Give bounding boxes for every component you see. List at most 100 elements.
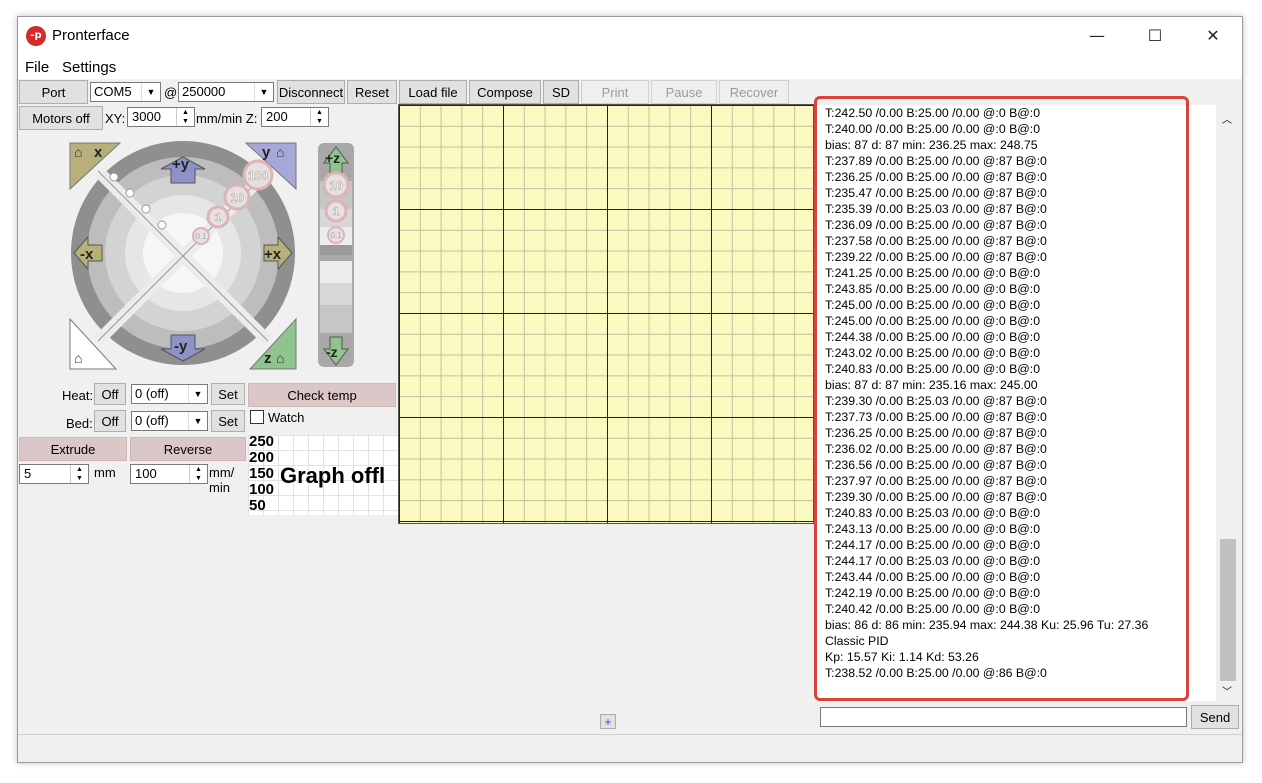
dot-marker (125, 188, 135, 198)
chevron-down-icon: ▼ (141, 83, 160, 101)
spin-arrows-icon: ▲ ▼ (70, 465, 88, 483)
spin-arrows-icon: ▲ ▼ (189, 465, 207, 483)
bed-select[interactable]: 0 (off) ▼ (131, 411, 208, 431)
bed-off-button[interactable]: Off (94, 410, 126, 432)
home-x-label: x (94, 144, 103, 161)
recover-button[interactable]: Recover (719, 80, 789, 104)
print-bed-view[interactable] (398, 104, 814, 524)
load-file-button[interactable]: Load file (399, 80, 467, 104)
xy-label: XY: (105, 111, 126, 126)
spin-arrows-icon: ▲ ▼ (176, 108, 194, 126)
graph-tick: 150 (249, 465, 275, 482)
home-z-label: z (264, 350, 272, 367)
highlight-box (814, 96, 1189, 701)
plus-x-label: +x (264, 246, 282, 263)
reset-button[interactable]: Reset (347, 80, 397, 104)
step-100-label: 100 (248, 169, 268, 183)
plus-y-label: +y (172, 156, 190, 173)
z-step-01-down[interactable] (320, 261, 352, 283)
bed-select-value: 0 (off) (135, 413, 169, 428)
home-icon: ⌂ (74, 144, 82, 160)
dot-marker (141, 204, 151, 214)
home-icon: ⌂ (74, 350, 82, 366)
z-jog-control[interactable]: +z -z 10 1 0.1 (316, 141, 356, 371)
menu-settings[interactable]: Settings (62, 59, 116, 76)
status-bar (18, 734, 1242, 762)
heat-select[interactable]: 0 (off) ▼ (131, 384, 208, 404)
at-label: @ (164, 85, 178, 100)
extrude-speed-value: 100 (135, 466, 157, 481)
heat-select-value: 0 (off) (135, 386, 169, 401)
chevron-down-icon: ▼ (188, 412, 207, 430)
disconnect-button[interactable]: Disconnect (277, 80, 345, 104)
watch-label: Watch (268, 410, 305, 425)
console-scrollbar[interactable]: ︿ ﹀ (1218, 105, 1238, 701)
extrude-length-value: 5 (24, 466, 32, 481)
spin-arrows-icon: ▲ ▼ (310, 108, 328, 126)
bed-label: Bed: (66, 416, 93, 431)
title-bar: -p Pronterface — ☐ ✕ (18, 17, 1242, 55)
send-button[interactable]: Send (1191, 705, 1239, 729)
watch-checkbox[interactable] (250, 410, 264, 424)
extrude-speed-input[interactable]: 100 ▲ ▼ (130, 464, 208, 484)
bed-set-button[interactable]: Set (211, 410, 245, 432)
close-button[interactable]: ✕ (1184, 17, 1242, 55)
compose-button[interactable]: Compose (469, 80, 541, 104)
baud-select[interactable]: 250000 ▼ (178, 82, 274, 102)
dot-marker (109, 172, 119, 182)
step-01-label: 0.1 (195, 232, 207, 241)
chevron-down-icon[interactable]: ﹀ (1222, 683, 1232, 698)
extrude-speed-unit: mm/ min (209, 465, 235, 495)
mm-min-z-label: mm/min Z: (196, 111, 258, 126)
scrollbar-thumb[interactable] (1220, 539, 1236, 681)
check-temp-button[interactable]: Check temp (248, 383, 396, 407)
chevron-down-icon: ▼ (254, 83, 273, 101)
extrude-length-unit: mm (94, 465, 116, 480)
baud-select-value: 250000 (182, 84, 226, 99)
reverse-button[interactable]: Reverse (130, 437, 246, 461)
home-icon: ⌂ (276, 144, 284, 160)
extrude-length-input[interactable]: 5 ▲ ▼ (19, 464, 89, 484)
minus-z-label: -z (326, 344, 338, 360)
z-step-10-down[interactable] (320, 305, 352, 333)
graph-tick: 50 (249, 497, 266, 514)
extrude-button[interactable]: Extrude (19, 437, 127, 461)
z-feedrate-input[interactable]: 200 ▲ ▼ (261, 107, 329, 127)
menu-bar: File Settings (18, 55, 1242, 79)
z-10-label: 10 (329, 179, 343, 193)
sd-button[interactable]: SD (543, 80, 579, 104)
port-button[interactable]: Port (19, 80, 88, 104)
xy-jog-control[interactable]: ⌂ x y ⌂ ⌂ z ⌂ +y -y -x +x 100 10 1 0.1 (68, 141, 298, 371)
graph-offline-message: Graph offl (280, 463, 386, 488)
motors-off-button[interactable]: Motors off (19, 106, 103, 130)
minimize-button[interactable]: — (1068, 17, 1126, 55)
home-y-label: y (262, 144, 271, 161)
step-1-label: 1 (215, 212, 221, 224)
port-select-value: COM5 (94, 84, 132, 99)
heat-off-button[interactable]: Off (94, 383, 126, 405)
z-step-1-down[interactable] (320, 283, 352, 305)
step-10-label: 10 (230, 191, 244, 205)
heat-set-button[interactable]: Set (211, 383, 245, 405)
z-1-label: 1 (333, 206, 339, 218)
xy-feedrate-input[interactable]: 3000 ▲ ▼ (127, 107, 195, 127)
dot-marker (157, 220, 167, 230)
port-select[interactable]: COM5 ▼ (90, 82, 161, 102)
chevron-up-icon[interactable]: ︿ (1222, 111, 1232, 126)
expand-button[interactable]: + (600, 714, 616, 729)
console-input[interactable] (820, 707, 1187, 727)
graph-tick: 100 (249, 481, 275, 498)
home-icon: ⌂ (276, 350, 284, 366)
window-title: Pronterface (52, 27, 130, 44)
plus-z-label: +z (325, 150, 340, 166)
z-01-label: 0.1 (330, 231, 342, 240)
z-feedrate-value: 200 (266, 109, 288, 124)
graph-tick: 200 (249, 449, 275, 466)
maximize-button[interactable]: ☐ (1126, 17, 1184, 55)
graph-tick-labels: 250 200 150 100 50 (249, 435, 274, 514)
pronterface-logo-icon: -p (26, 26, 46, 46)
print-button[interactable]: Print (581, 80, 649, 104)
menu-file[interactable]: File (25, 59, 49, 76)
graph-tick: 250 (249, 435, 275, 450)
pause-button[interactable]: Pause (651, 80, 717, 104)
